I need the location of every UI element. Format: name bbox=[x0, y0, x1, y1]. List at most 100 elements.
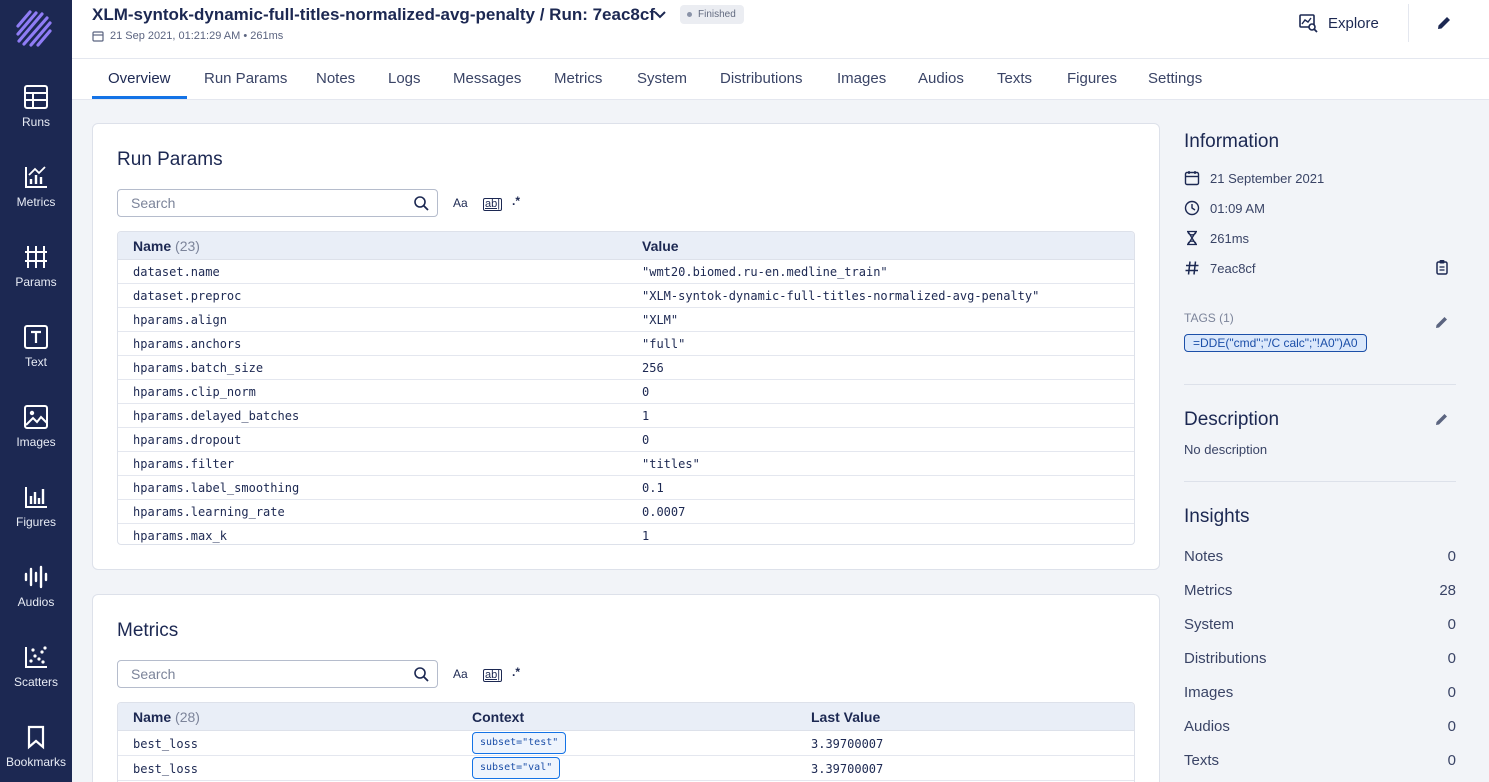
insight-row-metrics[interactable]: Metrics 28 bbox=[1184, 582, 1456, 599]
tab-messages[interactable]: Messages bbox=[453, 70, 521, 87]
sidebar-item-bookmarks[interactable]: Bookmarks bbox=[0, 724, 72, 782]
aim-logo-icon[interactable] bbox=[14, 8, 54, 48]
insight-row-system[interactable]: System 0 bbox=[1184, 616, 1456, 633]
table-row[interactable]: hparams.filter "titles" bbox=[118, 452, 1134, 476]
column-header-last-value[interactable]: Last Value bbox=[811, 709, 880, 725]
regex-toggle[interactable]: .* bbox=[512, 194, 520, 208]
sidebar-item-text[interactable]: Text bbox=[0, 324, 72, 384]
tab-notes[interactable]: Notes bbox=[316, 70, 355, 87]
param-name: hparams.align bbox=[133, 313, 227, 327]
sidebar: Runs Metrics Params Text Images Figures … bbox=[0, 0, 72, 782]
table-row[interactable]: dataset.preproc "XLM-syntok-dynamic-full-… bbox=[118, 284, 1134, 308]
calendar-icon bbox=[1184, 171, 1200, 186]
info-hash-text: 7eac8cf bbox=[1210, 260, 1256, 276]
table-row[interactable]: best_loss subset="val" 3.39700007 bbox=[118, 756, 1134, 781]
tab-distributions[interactable]: Distributions bbox=[720, 70, 803, 87]
param-value: 0 bbox=[642, 385, 650, 399]
insight-label: Texts bbox=[1184, 752, 1220, 769]
run-params-search[interactable] bbox=[117, 189, 438, 217]
explore-icon bbox=[1299, 14, 1318, 33]
insight-row-notes[interactable]: Notes 0 bbox=[1184, 548, 1456, 565]
sidebar-item-params[interactable]: Params bbox=[0, 244, 72, 304]
context-badge[interactable]: subset="test" bbox=[472, 732, 567, 754]
param-name: dataset.name bbox=[133, 265, 220, 279]
info-date-text: 21 September 2021 bbox=[1210, 170, 1325, 186]
params-icon bbox=[25, 246, 47, 268]
param-value: "XLM-syntok-dynamic-full-titles-normaliz… bbox=[642, 289, 1040, 303]
sidebar-item-images[interactable]: Images bbox=[0, 404, 72, 464]
search-input[interactable] bbox=[118, 661, 388, 687]
match-word-toggle[interactable]: ab| bbox=[483, 669, 503, 682]
insight-row-audios[interactable]: Audios 0 bbox=[1184, 718, 1456, 735]
match-case-toggle[interactable]: Aa bbox=[453, 667, 468, 681]
table-row[interactable]: hparams.label_smoothing 0.1 bbox=[118, 476, 1134, 500]
param-value: 0 bbox=[642, 433, 650, 447]
sidebar-item-runs[interactable]: Runs bbox=[0, 84, 72, 144]
param-name: hparams.clip_norm bbox=[133, 385, 256, 399]
sidebar-item-figures[interactable]: Figures bbox=[0, 484, 72, 544]
regex-toggle[interactable]: .* bbox=[512, 665, 520, 679]
insight-row-texts[interactable]: Texts 0 bbox=[1184, 752, 1456, 769]
match-word-toggle[interactable]: ab| bbox=[483, 198, 503, 211]
table-row[interactable]: hparams.align "XLM" bbox=[118, 308, 1134, 332]
clock-icon bbox=[1184, 200, 1200, 216]
context-badge[interactable]: subset="val" bbox=[472, 757, 561, 779]
table-row[interactable]: hparams.clip_norm 0 bbox=[118, 380, 1134, 404]
insight-count: 0 bbox=[1447, 616, 1456, 633]
tab-metrics[interactable]: Metrics bbox=[554, 70, 602, 87]
tab-logs[interactable]: Logs bbox=[388, 70, 421, 87]
param-value: "XLM" bbox=[642, 313, 679, 327]
tab-system[interactable]: System bbox=[637, 70, 687, 87]
info-date: 21 September 2021 bbox=[1184, 170, 1324, 186]
hash-icon bbox=[1185, 261, 1199, 275]
run-params-title: Run Params bbox=[117, 149, 223, 170]
table-row[interactable]: best_loss subset="test" 3.39700007 bbox=[118, 731, 1134, 756]
table-row[interactable]: hparams.batch_size 256 bbox=[118, 356, 1134, 380]
table-row[interactable]: hparams.delayed_batches 1 bbox=[118, 404, 1134, 428]
table-header: Name (28) Context Last Value bbox=[118, 703, 1134, 731]
information-title: Information bbox=[1184, 131, 1280, 152]
insight-row-images[interactable]: Images 0 bbox=[1184, 684, 1456, 701]
sidebar-item-audios[interactable]: Audios bbox=[0, 564, 72, 624]
column-header-name[interactable]: Name (28) bbox=[133, 709, 200, 725]
edit-description-icon[interactable] bbox=[1434, 411, 1450, 427]
column-name-label: Name bbox=[133, 238, 172, 254]
copy-icon[interactable] bbox=[1434, 259, 1450, 275]
column-header-name[interactable]: Name (23) bbox=[133, 238, 200, 254]
sidebar-item-metrics[interactable]: Metrics bbox=[0, 164, 72, 224]
column-header-value[interactable]: Value bbox=[642, 238, 679, 254]
param-value: "titles" bbox=[642, 457, 700, 471]
tab-audios[interactable]: Audios bbox=[918, 70, 964, 87]
insight-count: 0 bbox=[1447, 650, 1456, 667]
edit-pencil-icon[interactable] bbox=[1435, 14, 1453, 32]
metrics-search[interactable] bbox=[117, 660, 438, 688]
tab-figures[interactable]: Figures bbox=[1067, 70, 1117, 87]
table-row[interactable]: hparams.anchors "full" bbox=[118, 332, 1134, 356]
tab-images[interactable]: Images bbox=[837, 70, 886, 87]
chevron-down-icon[interactable] bbox=[653, 8, 667, 22]
table-row[interactable]: hparams.learning_rate 0.0007 bbox=[118, 500, 1134, 524]
column-name-label: Name bbox=[133, 709, 172, 725]
sidebar-item-label: Runs bbox=[21, 115, 50, 129]
param-name: hparams.label_smoothing bbox=[133, 481, 300, 495]
info-duration-text: 261ms bbox=[1210, 230, 1250, 246]
search-input[interactable] bbox=[118, 190, 388, 216]
insight-row-distributions[interactable]: Distributions 0 bbox=[1184, 650, 1456, 667]
tag-badge[interactable]: =DDE("cmd";"/C calc";"!A0")A0 bbox=[1184, 334, 1367, 352]
sidebar-item-scatters[interactable]: Scatters bbox=[0, 644, 72, 704]
param-name: hparams.filter bbox=[133, 457, 235, 471]
tab-texts[interactable]: Texts bbox=[997, 70, 1032, 87]
tab-overview[interactable]: Overview bbox=[108, 70, 171, 87]
datetime-text: 21 Sep 2021, 01:21:29 AM • 261ms bbox=[110, 30, 284, 42]
match-case-toggle[interactable]: Aa bbox=[453, 196, 468, 210]
insight-count: 0 bbox=[1447, 548, 1456, 565]
column-header-context[interactable]: Context bbox=[472, 709, 524, 725]
table-row[interactable]: dataset.name "wmt20.biomed.ru-en.medline_… bbox=[118, 260, 1134, 284]
tab-run-params[interactable]: Run Params bbox=[204, 70, 287, 87]
info-hash: 7eac8cf bbox=[1184, 260, 1256, 276]
table-row[interactable]: hparams.dropout 0 bbox=[118, 428, 1134, 452]
explore-button[interactable]: Explore bbox=[1298, 12, 1379, 34]
table-row[interactable]: hparams.max_k 1 bbox=[118, 524, 1134, 544]
tab-settings[interactable]: Settings bbox=[1148, 70, 1202, 87]
edit-tags-icon[interactable] bbox=[1434, 314, 1450, 330]
